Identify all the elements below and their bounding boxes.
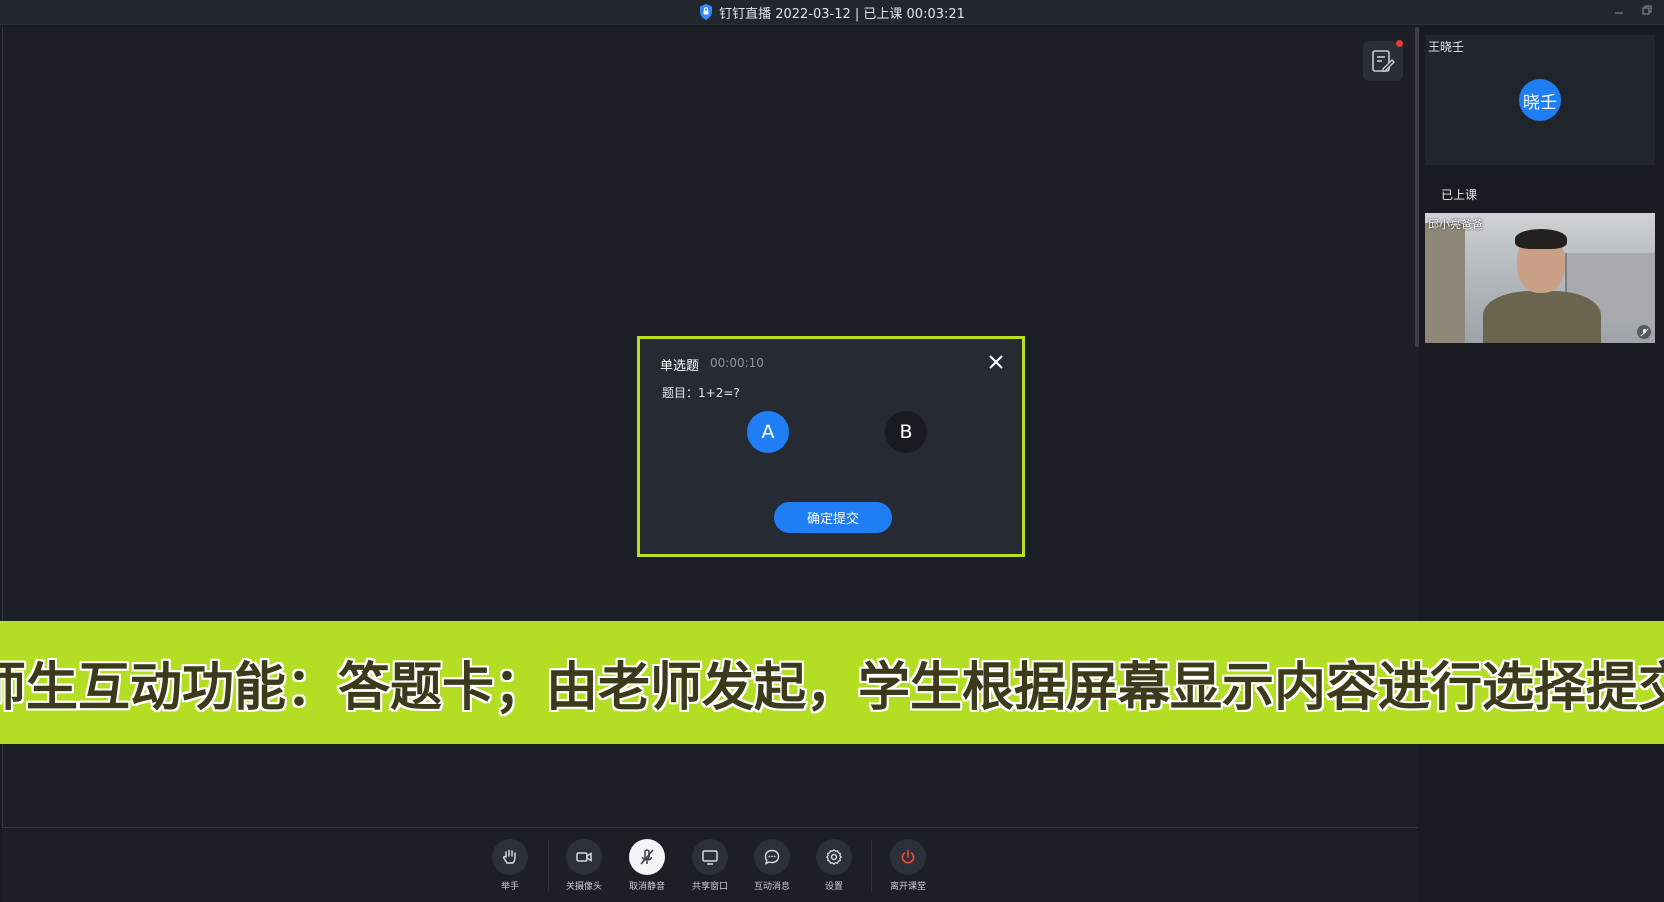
toolbar-divider: [548, 840, 549, 892]
caption-text: 师生互动功能：答题卡；由老师发起，学生根据屏幕显示内容进行选择提交: [0, 657, 1664, 719]
video-participant-name: 邱小亮爸爸: [1428, 218, 1483, 231]
settings-label: 设置: [824, 882, 843, 892]
minimize-icon: [1615, 12, 1623, 14]
raise-hand-icon: [503, 849, 516, 864]
participant-name: 王晓壬: [1428, 40, 1465, 54]
power-icon: [901, 849, 915, 864]
edit-note-icon: [1372, 50, 1395, 72]
mic-muted-icon: [1637, 325, 1651, 339]
raise-hand-button[interactable]: 举手: [485, 839, 535, 892]
restore-icon: [1642, 5, 1652, 15]
window-titlebar: 钉钉直播 2022-03-12 | 已上课 00:03:21: [0, 0, 1664, 25]
window-title: 钉钉直播 2022-03-12 | 已上课 00:03:21: [719, 6, 965, 22]
camera-icon: [576, 852, 592, 862]
unmute-button[interactable]: 取消静音: [622, 839, 672, 892]
dialog-timer: 00:00:10: [710, 356, 764, 370]
share-window-label: 共享窗口: [691, 882, 728, 892]
camera-button[interactable]: 关摄像头: [559, 839, 609, 892]
messages-label: 互动消息: [753, 882, 790, 892]
settings-button[interactable]: 设置: [809, 839, 859, 892]
caption-banner: 师生互动功能：答题卡；由老师发起，学生根据屏幕显示内容进行选择提交: [0, 621, 1664, 744]
avatar: 晓壬: [1519, 79, 1561, 121]
close-icon: [989, 355, 1003, 369]
class-status-label: 已上课: [1441, 188, 1478, 202]
video-person-hair: [1515, 229, 1567, 249]
video-tile[interactable]: 邱小亮爸爸: [1425, 213, 1655, 343]
question-text: 题目：1+2=?: [662, 386, 740, 400]
camera-label: 关摄像头: [565, 882, 602, 892]
dialog-title: 单选题: [660, 359, 700, 374]
messages-button[interactable]: 互动消息: [747, 839, 797, 892]
unmute-label: 取消静音: [628, 882, 665, 892]
chat-icon: [764, 849, 780, 865]
share-window-button[interactable]: 共享窗口: [685, 839, 735, 892]
screen-share-icon: [702, 850, 718, 865]
submit-button[interactable]: 确定提交: [774, 502, 892, 533]
option-a-button[interactable]: A: [747, 411, 789, 453]
raise-hand-label: 举手: [500, 882, 519, 892]
stage-scrollbar[interactable]: [1415, 27, 1419, 347]
restore-button[interactable]: [1640, 3, 1654, 17]
mic-muted-icon: [640, 849, 654, 865]
gear-icon: [826, 849, 842, 865]
quiz-dialog: 单选题 00:00:10 题目：1+2=? A B 确定提交: [637, 336, 1025, 557]
notes-button[interactable]: [1363, 41, 1403, 81]
leave-class-label: 离开课堂: [889, 882, 926, 892]
minimize-button[interactable]: [1612, 3, 1626, 17]
close-button[interactable]: [987, 353, 1005, 371]
toolbar-divider: [871, 840, 872, 892]
leave-class-button[interactable]: 离开课堂: [883, 839, 933, 892]
video-person-body: [1483, 291, 1601, 343]
option-b-button[interactable]: B: [885, 411, 927, 453]
shield-icon: [700, 4, 713, 20]
video-background: [1425, 223, 1465, 343]
notification-dot: [1396, 40, 1403, 47]
